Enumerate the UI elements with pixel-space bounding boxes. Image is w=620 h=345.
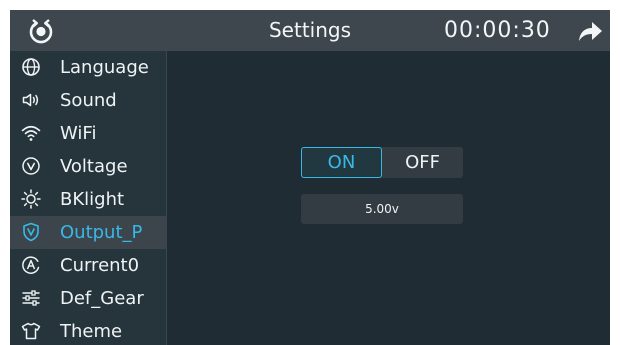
- shirt-icon: [21, 321, 41, 341]
- globe-icon: [21, 57, 41, 77]
- sidebar-item-theme[interactable]: Theme: [10, 315, 166, 345]
- sun-icon: [21, 189, 41, 209]
- sidebar-item-current0[interactable]: Current0: [10, 249, 166, 282]
- settings-sidebar: Language Sound WiFi Voltage BKlight Outp…: [10, 51, 167, 345]
- speaker-icon: [21, 90, 41, 110]
- voltage-icon: [21, 156, 41, 176]
- share-arrow-icon[interactable]: [576, 18, 604, 44]
- sidebar-item-label: Current0: [60, 255, 140, 276]
- sidebar-item-label: Language: [60, 57, 149, 78]
- header-bar: Settings 00:00:30: [10, 10, 610, 51]
- sidebar-item-label: Def_Gear: [60, 288, 144, 309]
- sliders-icon: [21, 288, 41, 308]
- output-toggle: ON OFF: [301, 147, 463, 178]
- wifi-icon: [21, 123, 41, 143]
- sidebar-item-sound[interactable]: Sound: [10, 84, 166, 117]
- sidebar-item-label: Output_P: [60, 222, 143, 243]
- sidebar-item-label: WiFi: [60, 123, 97, 144]
- sidebar-item-label: Sound: [60, 90, 117, 111]
- output-value-field[interactable]: 5.00v: [301, 194, 463, 224]
- sidebar-item-voltage[interactable]: Voltage: [10, 150, 166, 183]
- off-option-button[interactable]: OFF: [382, 147, 463, 178]
- sidebar-item-label: Theme: [60, 321, 123, 342]
- sidebar-item-def-gear[interactable]: Def_Gear: [10, 282, 166, 315]
- sidebar-item-label: Voltage: [60, 156, 128, 177]
- sidebar-item-wifi[interactable]: WiFi: [10, 117, 166, 150]
- shield-v-icon: [21, 222, 41, 242]
- sidebar-item-label: BKlight: [60, 189, 125, 210]
- current-a-icon: [21, 255, 41, 275]
- sidebar-item-bklight[interactable]: BKlight: [10, 183, 166, 216]
- sidebar-item-output-p[interactable]: Output_P: [10, 216, 166, 249]
- sidebar-item-language[interactable]: Language: [10, 51, 166, 84]
- device-screen: Settings 00:00:30 Language Sound WiFi Vo…: [10, 10, 610, 345]
- on-option-button[interactable]: ON: [301, 147, 382, 178]
- timer-display: 00:00:30: [444, 18, 551, 43]
